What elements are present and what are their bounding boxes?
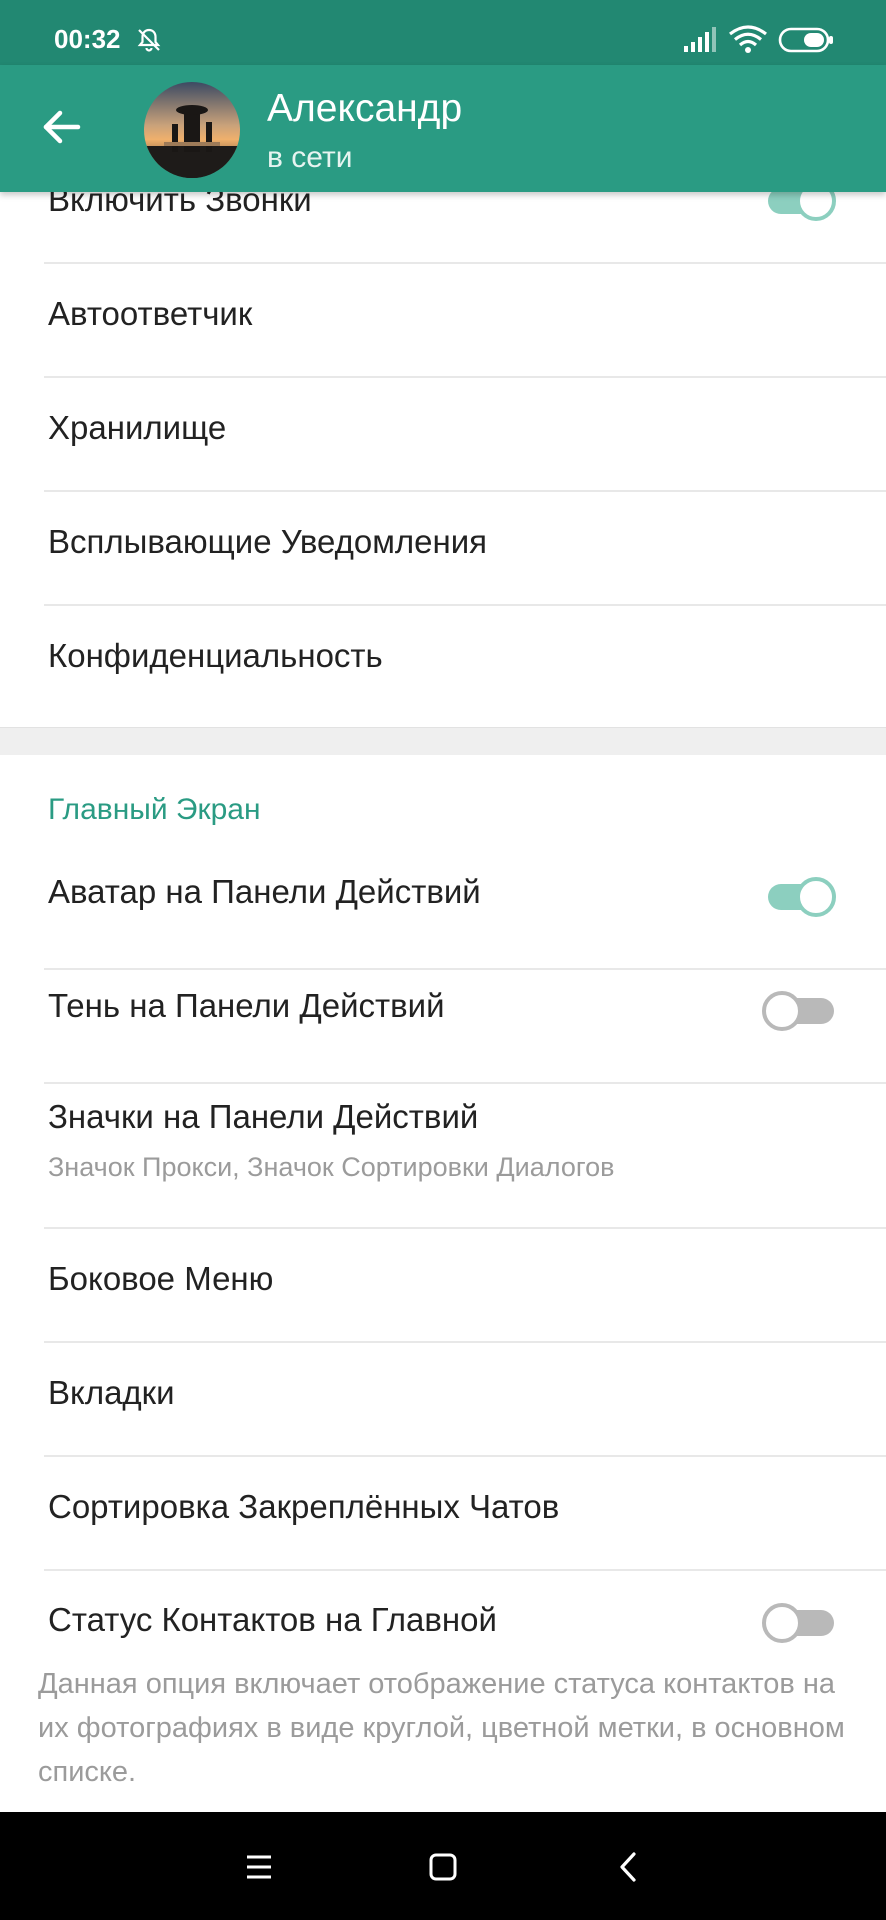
setting-label: Статус Контактов на Главной (48, 1601, 497, 1638)
setting-privacy[interactable]: Конфиденциальность (0, 606, 886, 720)
menu-icon[interactable] (237, 1845, 281, 1889)
setting-label: Значки на Панели Действий (48, 1098, 479, 1135)
chat-title: Александр (267, 87, 463, 130)
shadow-actionbar-toggle[interactable] (762, 990, 836, 1031)
setting-label: Всплывающие Уведомления (48, 523, 488, 560)
setting-side-menu[interactable]: Боковое Меню (0, 1229, 886, 1343)
contact-status-toggle[interactable] (762, 1602, 836, 1643)
setting-icons-actionbar[interactable]: Значки на Панели Действий Значок Прокси,… (0, 1084, 886, 1229)
setting-label: Хранилище (48, 409, 227, 446)
setting-autoresponder[interactable]: Автоответчик (0, 264, 886, 378)
status-time: 00:32 (54, 24, 121, 54)
chat-status: в сети (267, 141, 353, 174)
settings-list: Включить Звонки Автоответчик Хранилище В… (0, 192, 886, 1812)
setting-tabs[interactable]: Вкладки (0, 1343, 886, 1457)
system-nav-bar (0, 1812, 886, 1920)
avatar-photo (144, 82, 240, 178)
setting-storage[interactable]: Хранилище (0, 378, 886, 492)
setting-shadow-actionbar[interactable]: Тень на Панели Действий (0, 970, 886, 1084)
toggle-knob (796, 877, 836, 917)
bell-off-icon (137, 28, 161, 52)
setting-label: Включить Звонки (48, 192, 312, 218)
setting-label: Вкладки (48, 1374, 175, 1411)
setting-contact-status[interactable]: Статус Контактов на Главной (0, 1571, 886, 1661)
avatar-actionbar-toggle[interactable] (762, 876, 836, 917)
setting-enable-calls[interactable]: Включить Звонки (0, 192, 886, 264)
setting-label: Конфиденциальность (48, 637, 383, 674)
signal-icon (684, 27, 716, 52)
back-chevron-icon[interactable] (607, 1845, 651, 1889)
app-bar: Александр в сети (0, 65, 886, 192)
section-title-main-screen: Главный Экран (48, 793, 261, 826)
setting-label: Автоответчик (48, 295, 253, 332)
wifi-icon (729, 25, 767, 53)
setting-pinned-sort[interactable]: Сортировка Закреплённых Чатов (0, 1457, 886, 1571)
setting-subtitle: Значок Прокси, Значок Сортировки Диалого… (48, 1152, 615, 1182)
setting-label: Аватар на Панели Действий (48, 873, 481, 910)
contact-status-note: Данная опция включает отображение статус… (38, 1668, 845, 1788)
toggle-knob (796, 192, 836, 221)
toggle-knob (762, 991, 802, 1031)
battery-icon (778, 27, 833, 53)
enable-calls-toggle[interactable] (762, 192, 836, 221)
setting-popup-notifications[interactable]: Всплывающие Уведомления (0, 492, 886, 606)
home-square-icon[interactable] (421, 1845, 465, 1889)
setting-label: Сортировка Закреплённых Чатов (48, 1488, 560, 1525)
status-bar: 00:32 (0, 0, 886, 65)
avatar[interactable] (144, 82, 240, 178)
setting-avatar-actionbar[interactable]: Аватар на Панели Действий (0, 856, 886, 970)
toggle-knob (762, 1603, 802, 1643)
section-separator (0, 727, 886, 755)
arrow-back-icon[interactable] (40, 105, 84, 149)
setting-label: Боковое Меню (48, 1260, 274, 1297)
setting-label: Тень на Панели Действий (48, 987, 445, 1024)
